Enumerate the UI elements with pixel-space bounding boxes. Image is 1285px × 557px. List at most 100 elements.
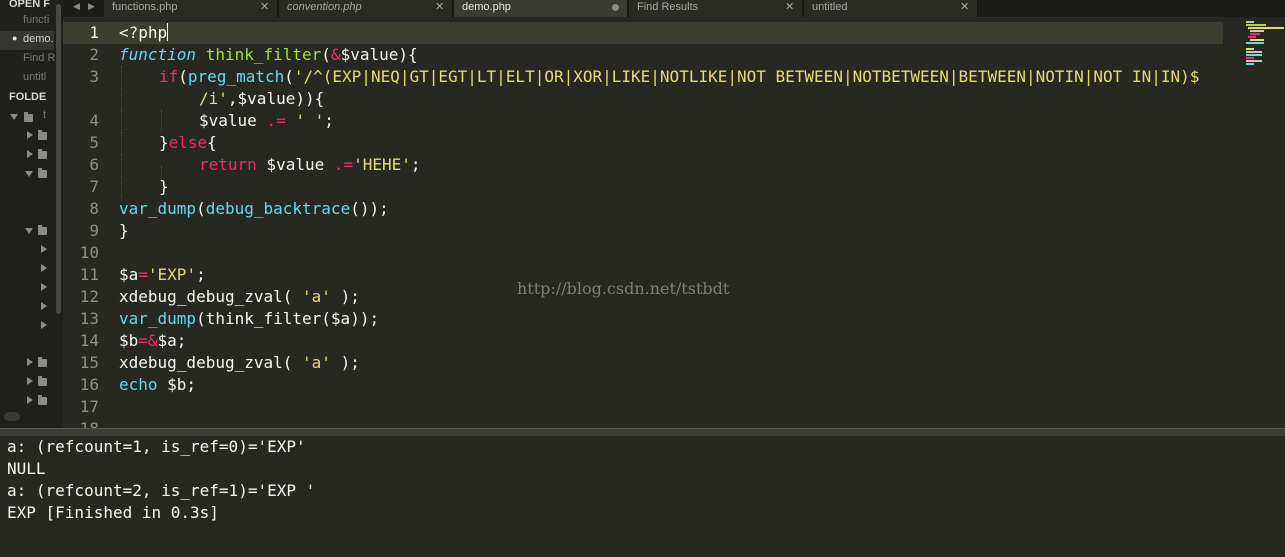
- line-number: 16: [79, 375, 99, 394]
- folder-icon: [38, 225, 47, 235]
- folder-collapsed-icon[interactable]: [41, 245, 47, 253]
- folder-collapsed-icon[interactable]: [41, 264, 47, 272]
- line-number: 4: [89, 111, 99, 130]
- token: ;: [410, 155, 421, 174]
- token: xdebug_debug_zval(: [119, 353, 303, 372]
- line-number: 13: [79, 309, 99, 328]
- folder-collapsed-icon[interactable]: [27, 131, 33, 139]
- folder-expanded-icon[interactable]: [10, 114, 18, 120]
- code-line-8: var_dump(debug_backtrace());: [119, 198, 389, 220]
- folder-icon: [38, 168, 47, 178]
- sidebar-scrollbar[interactable]: [55, 0, 63, 428]
- minimap-line: [1246, 24, 1266, 26]
- token: /i': [199, 89, 228, 108]
- token: .=: [266, 111, 286, 130]
- folder-collapsed-icon[interactable]: [41, 321, 47, 329]
- output-line: a: (refcount=1, is_ref=0)='EXP': [7, 437, 306, 456]
- open-file-demo[interactable]: demo.: [23, 33, 54, 45]
- token: ;: [324, 111, 334, 130]
- code-line-7: }: [159, 176, 169, 198]
- folder-collapsed-icon[interactable]: [27, 150, 33, 158]
- code-line-5: }else{: [159, 132, 217, 154]
- minimap-line: [1246, 54, 1262, 56]
- tab-label: convention.php: [287, 1, 362, 13]
- tab-prev-icon[interactable]: ◀: [73, 2, 80, 12]
- tab-label: untitled: [812, 1, 848, 13]
- sidebar: OPEN F functi ● demo. Find R untitl FOLD…: [0, 0, 63, 428]
- line-number: 8: [89, 199, 99, 218]
- watermark: http://blog.csdn.net/tstbdt: [517, 279, 730, 298]
- code-line-3-wrap: /i',$value)){: [199, 88, 324, 110]
- folder-icon: [24, 112, 33, 122]
- folder-expanded-icon[interactable]: [25, 228, 33, 234]
- folder-collapsed-icon[interactable]: [41, 283, 47, 291]
- tab-untitled[interactable]: untitled ✕: [804, 0, 978, 17]
- indent-guide: [121, 66, 123, 88]
- line-number: 1: [89, 23, 99, 42]
- code-line-3: if(preg_match('/^(EXP|NEQ|GT|EGT|LT|ELT|…: [159, 66, 1199, 88]
- token: ;: [196, 265, 206, 284]
- token: echo: [119, 375, 158, 394]
- close-icon[interactable]: ✕: [435, 0, 444, 13]
- code-line-2: function think_filter(&$value){: [119, 44, 418, 66]
- tab-demo[interactable]: demo.php: [454, 0, 628, 17]
- folder-collapsed-icon[interactable]: [27, 358, 33, 366]
- minimap-line: [1246, 48, 1254, 50]
- minimap-line: [1246, 60, 1262, 62]
- php-open-tag: <?php: [119, 23, 168, 42]
- output-line: a: (refcount=2, is_ref=1)='EXP ': [7, 481, 316, 500]
- open-file-untitled[interactable]: untitl: [23, 71, 46, 83]
- sidebar-horizontal-scrollbar[interactable]: [4, 412, 20, 421]
- close-icon[interactable]: ✕: [785, 0, 794, 13]
- root-folder-label[interactable]: t: [43, 109, 46, 121]
- close-icon[interactable]: ✕: [960, 0, 969, 13]
- open-file-find-results[interactable]: Find R: [23, 52, 55, 64]
- line-number: 3: [89, 67, 99, 86]
- line-number: 2: [89, 45, 99, 64]
- folder-expanded-icon[interactable]: [25, 171, 33, 177]
- sidebar-scroll-thumb[interactable]: [56, 4, 61, 314]
- folder-collapsed-icon[interactable]: [41, 302, 47, 310]
- token: 'a': [302, 353, 331, 372]
- indent-guide: [121, 88, 123, 110]
- line-number: 6: [89, 155, 99, 174]
- tab-find-results[interactable]: Find Results ✕: [629, 0, 803, 17]
- token: ' ': [295, 111, 325, 130]
- token: return: [199, 155, 257, 174]
- panel-divider[interactable]: [0, 428, 1285, 436]
- minimap-line: [1250, 33, 1260, 35]
- token: =: [138, 265, 148, 284]
- tab-next-icon[interactable]: ▶: [88, 2, 95, 12]
- token: (: [284, 67, 294, 86]
- tab-functions[interactable]: functions.php ✕: [104, 0, 278, 17]
- code-editor[interactable]: <?php function think_filter(&$value){ if…: [119, 22, 1239, 428]
- folders-header: FOLDE: [9, 91, 47, 103]
- minimap[interactable]: [1240, 17, 1285, 87]
- token: (: [178, 67, 188, 86]
- minimap-line: [1246, 42, 1264, 44]
- token: =&: [138, 331, 158, 350]
- token: ());: [350, 199, 389, 218]
- code-line-14: $b=&$a;: [119, 330, 186, 352]
- line-number: 9: [89, 221, 99, 240]
- token: $b;: [157, 375, 197, 394]
- folder-icon: [38, 395, 47, 405]
- unsaved-dot-icon[interactable]: [612, 4, 619, 11]
- unsaved-dot-icon: ●: [12, 33, 18, 43]
- folder-collapsed-icon[interactable]: [27, 377, 33, 385]
- close-icon[interactable]: ✕: [260, 0, 269, 13]
- indent-guide: [121, 132, 123, 154]
- minimap-line: [1246, 63, 1254, 65]
- open-file-functions[interactable]: functi: [23, 14, 49, 26]
- token: 'a': [302, 287, 331, 306]
- token: preg_match: [187, 67, 285, 86]
- folder-collapsed-icon[interactable]: [27, 396, 33, 404]
- minimap-line: [1246, 51, 1262, 53]
- build-output-panel: a: (refcount=1, is_ref=0)='EXP' NULL a: …: [0, 436, 1285, 557]
- tab-label: demo.php: [462, 1, 511, 13]
- line-number: 10: [79, 243, 99, 262]
- minimap-line: [1250, 30, 1264, 32]
- tab-convention[interactable]: convention.php ✕: [279, 0, 453, 17]
- indent-guide: [121, 110, 123, 132]
